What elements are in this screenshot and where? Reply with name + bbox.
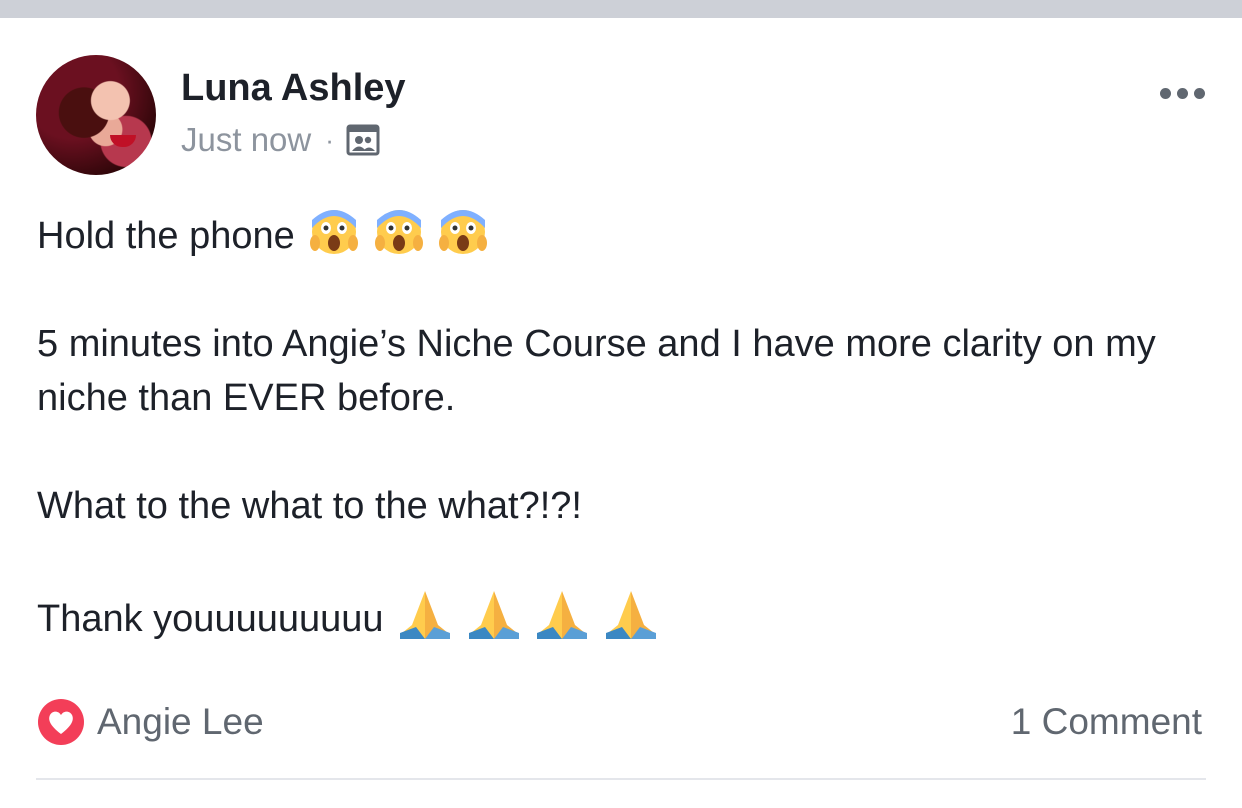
folded-hands-icon [537, 591, 588, 639]
author-avatar[interactable] [36, 55, 156, 175]
more-dot-icon [1159, 87, 1171, 99]
avatar-smile-detail [110, 135, 136, 147]
comments-count-link[interactable]: 1 Comment [1011, 694, 1202, 750]
screaming-face-emoji-group [305, 210, 488, 257]
more-dot-icon [1176, 87, 1188, 99]
post-timestamp[interactable]: Just now [181, 121, 311, 159]
post-line: Hold the phone [37, 206, 1217, 263]
screaming-face-icon [439, 210, 488, 254]
reactions-summary[interactable]: Angie Lee [37, 694, 264, 750]
screaming-face-icon [310, 210, 359, 254]
author-name[interactable]: Luna Ashley [181, 62, 406, 114]
post-text: Thank youuuuuuuuu [37, 598, 384, 640]
divider [36, 778, 1206, 780]
meta-separator: · [325, 124, 334, 155]
love-reaction-icon [38, 699, 84, 745]
more-options-button[interactable] [1152, 78, 1212, 108]
post-meta: Just now · [181, 118, 380, 162]
post-line: What to the what to the what?!?! [37, 485, 582, 527]
reaction-names[interactable]: Angie Lee [97, 701, 264, 743]
folded-hands-icon [400, 591, 451, 639]
post-line: 5 minutes into Angie’s Niche Course and … [37, 323, 1156, 419]
screaming-face-icon [374, 210, 423, 254]
friends-audience-icon[interactable] [346, 123, 380, 157]
post-line: Thank youuuuuuuuu [37, 587, 1217, 646]
folded-hands-icon [605, 591, 656, 639]
post-body: Hold the phone 5 minutes into Angie’s Ni… [37, 206, 1217, 646]
folded-hands-icon [468, 591, 519, 639]
more-dot-icon [1193, 87, 1205, 99]
top-separator-band [0, 0, 1242, 18]
post-text: Hold the phone [37, 215, 295, 257]
folded-hands-emoji-group [394, 591, 658, 640]
